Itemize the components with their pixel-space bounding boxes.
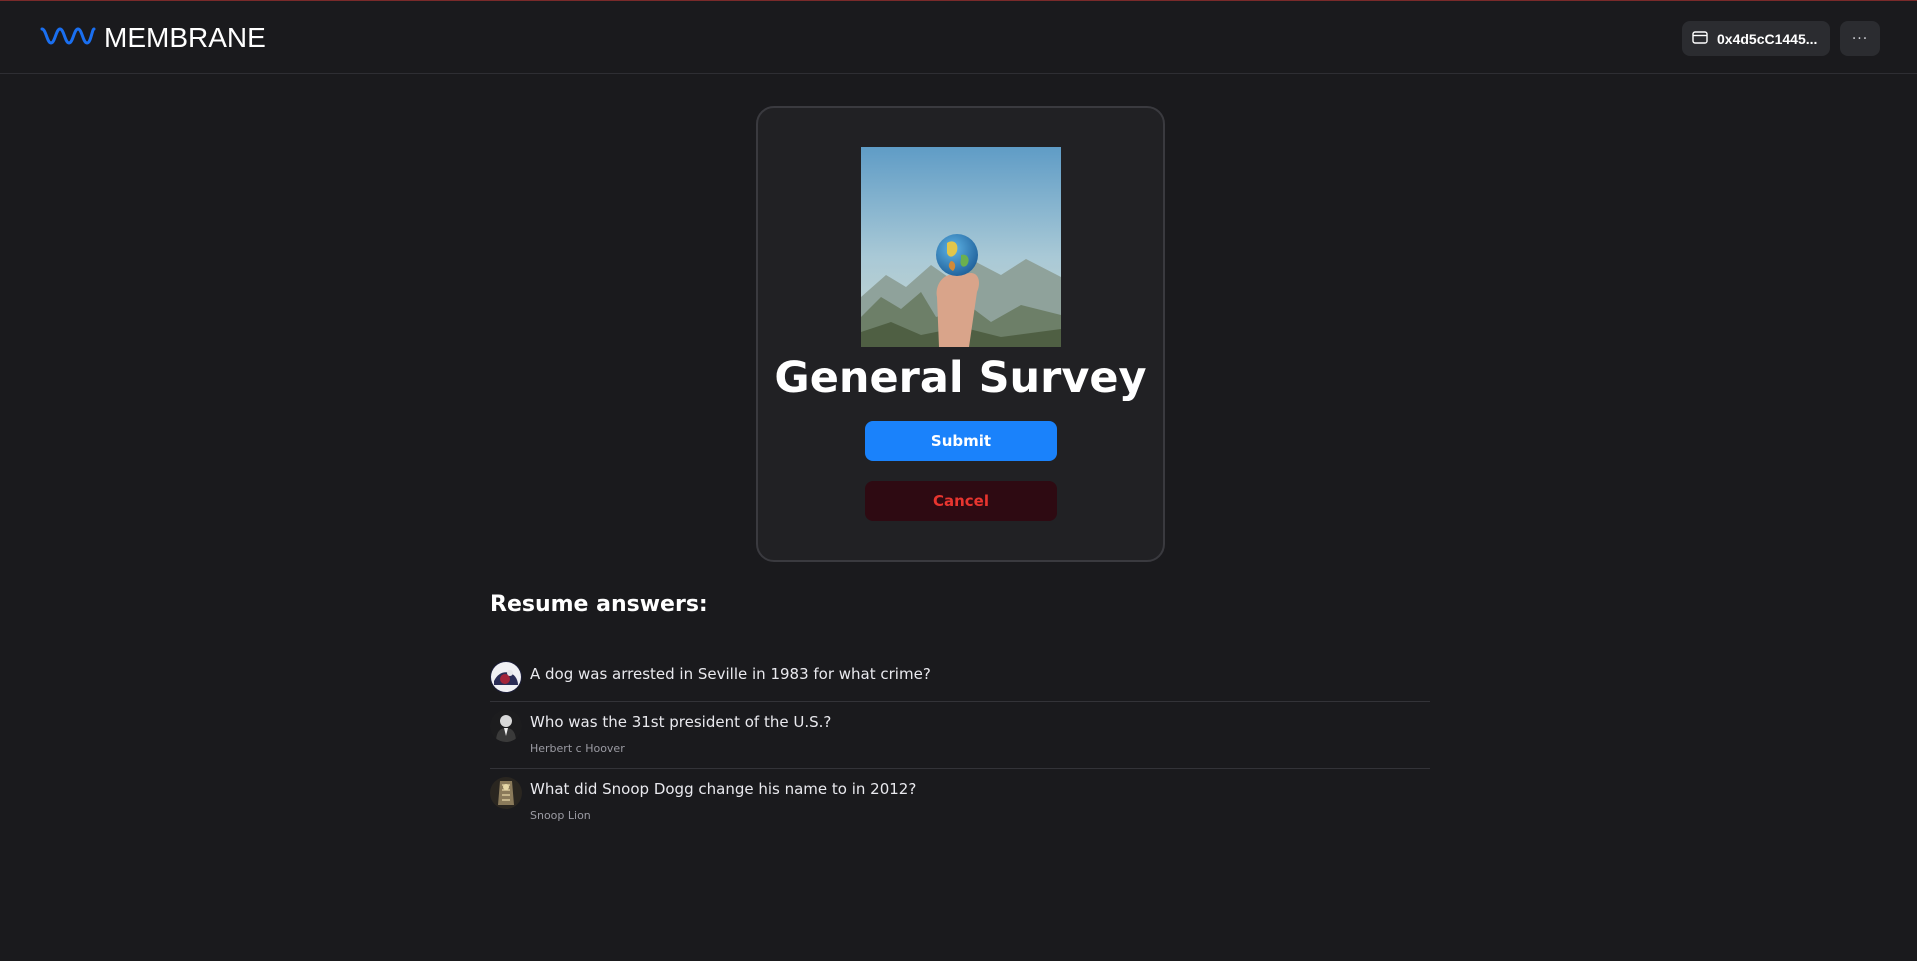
answers-list: A dog was arrested in Seville in 1983 fo… [490, 655, 1430, 835]
survey-title: General Survey [774, 353, 1147, 403]
wallet-icon [1692, 29, 1708, 48]
more-dots-icon: ··· [1851, 30, 1869, 47]
list-item[interactable]: A dog was arrested in Seville in 1983 fo… [490, 655, 1430, 701]
list-item[interactable]: What did Snoop Dogg change his name to i… [490, 768, 1430, 835]
question-text: What did Snoop Dogg change his name to i… [530, 780, 917, 798]
brand-name: MEMBRANE [104, 22, 266, 53]
question-text: A dog was arrested in Seville in 1983 fo… [530, 665, 931, 683]
survey-card: General Survey Submit Cancel [756, 106, 1165, 562]
list-item[interactable]: Who was the 31st president of the U.S.? … [490, 701, 1430, 768]
page: MEMBRANE 0x4d5cC1445... ··· General Surv… [0, 0, 1917, 961]
brand-logo[interactable]: MEMBRANE [40, 22, 266, 54]
survey-cover-image [861, 147, 1061, 347]
wallet-button[interactable]: 0x4d5cC1445... [1682, 21, 1830, 56]
answer-text: Snoop Lion [530, 809, 591, 822]
more-options-button[interactable]: ··· [1840, 21, 1880, 56]
wave-logo-icon [40, 25, 96, 51]
question-avatar [490, 661, 522, 693]
submit-button[interactable]: Submit [865, 421, 1057, 461]
cancel-button[interactable]: Cancel [865, 481, 1057, 521]
answer-text: Herbert c Hoover [530, 742, 625, 755]
question-avatar [490, 710, 522, 742]
question-avatar [490, 777, 522, 809]
question-text: Who was the 31st president of the U.S.? [530, 713, 832, 731]
top-header: MEMBRANE 0x4d5cC1445... ··· [0, 1, 1917, 74]
wallet-address: 0x4d5cC1445... [1717, 30, 1818, 47]
resume-answers-heading: Resume answers: [490, 592, 708, 617]
